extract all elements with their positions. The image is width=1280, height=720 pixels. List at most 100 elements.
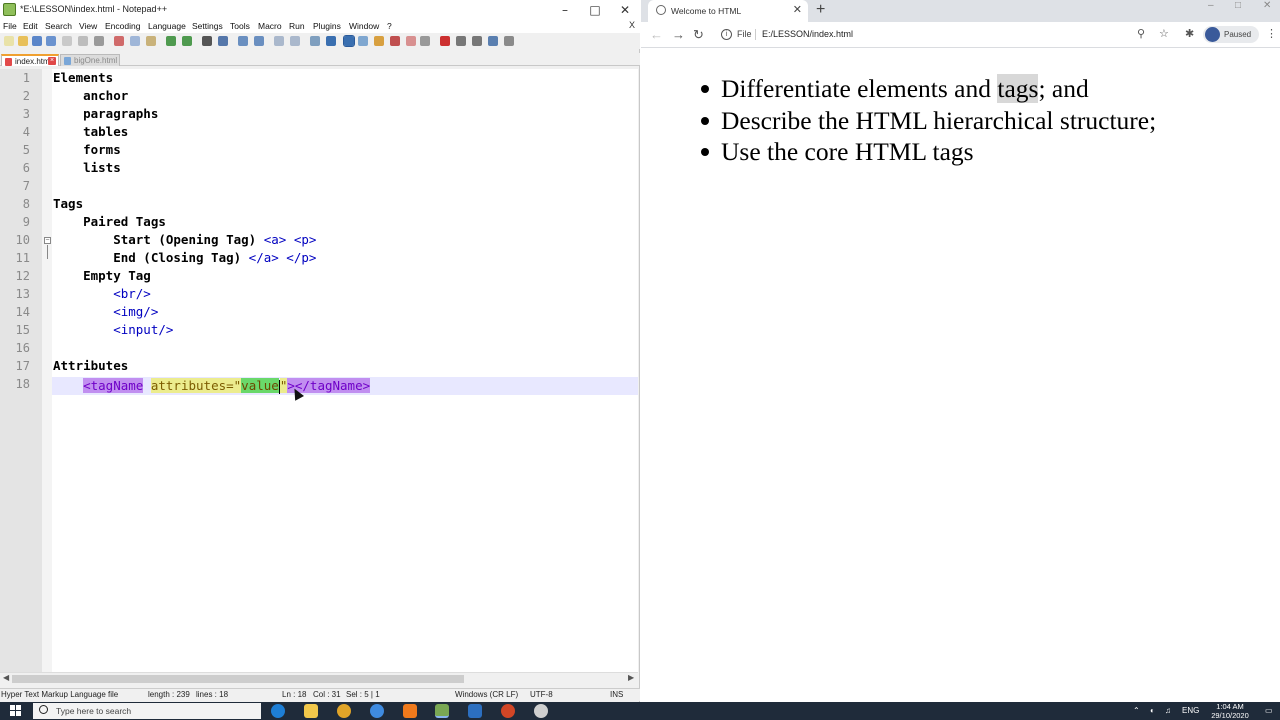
macro-run-multiple-icon[interactable]	[488, 36, 498, 46]
system-clock[interactable]: 1:04 AM 29/10/2020	[1200, 702, 1260, 720]
minimize-button[interactable]: –	[1208, 0, 1214, 11]
selected-value-token: value	[241, 378, 279, 393]
close-file-icon[interactable]	[62, 36, 72, 46]
sync-horizontal-icon[interactable]	[290, 36, 300, 46]
close-button[interactable]: ✕	[1263, 0, 1271, 11]
undo-icon[interactable]	[166, 36, 176, 46]
maximize-button[interactable]: □	[1235, 0, 1241, 11]
info-icon[interactable]: i	[721, 29, 732, 40]
maximize-button[interactable]: □	[580, 0, 610, 20]
folder-workspace-icon[interactable]	[406, 36, 416, 46]
function-list-icon[interactable]	[390, 36, 400, 46]
close-document-button[interactable]: X	[629, 20, 635, 30]
zoom-icon[interactable]: ⚲	[1137, 27, 1145, 40]
zoom-in-icon[interactable]	[238, 36, 248, 46]
network-icon[interactable]: ◐	[1150, 706, 1155, 715]
address-bar[interactable]: E:/LESSON/index.html	[762, 29, 853, 39]
word-wrap-icon[interactable]	[310, 36, 320, 46]
settings-gear-icon[interactable]	[534, 704, 548, 718]
line-number: 17	[15, 359, 30, 373]
menu-help[interactable]: ?	[387, 21, 392, 31]
zoom-out-icon[interactable]	[254, 36, 264, 46]
volume-icon[interactable]: ♫	[1165, 706, 1171, 715]
macro-play-icon[interactable]	[472, 36, 482, 46]
monitoring-icon[interactable]	[420, 36, 430, 46]
minimize-button[interactable]: –	[550, 0, 580, 20]
user-language-icon[interactable]	[358, 36, 368, 46]
browser-tab[interactable]: Welcome to HTML ✕	[648, 0, 808, 22]
menu-view[interactable]: View	[79, 21, 97, 31]
copy-icon[interactable]	[130, 36, 140, 46]
indent-guide-icon[interactable]	[343, 35, 355, 47]
reload-icon[interactable]: ↻	[693, 27, 704, 43]
unsaved-file-icon	[5, 58, 12, 66]
powerpoint-icon[interactable]	[501, 704, 515, 718]
menu-file[interactable]: File	[3, 21, 17, 31]
menu-tools[interactable]: Tools	[230, 21, 250, 31]
omnibox-divider	[755, 29, 756, 40]
more-menu-icon[interactable]: ⋮	[1266, 27, 1277, 40]
app-icon[interactable]	[468, 704, 482, 718]
bullet-icon	[701, 148, 709, 156]
menu-plugins[interactable]: Plugins	[313, 21, 341, 31]
redo-icon[interactable]	[182, 36, 192, 46]
save-icon[interactable]	[32, 36, 42, 46]
menu-edit[interactable]: Edit	[23, 21, 38, 31]
code-line: Attributes	[53, 358, 129, 373]
print-icon[interactable]	[94, 36, 104, 46]
chrome-icon[interactable]	[337, 704, 351, 718]
app-icon[interactable]	[403, 704, 417, 718]
fold-toggle-icon[interactable]: –	[44, 237, 51, 244]
macro-stop-icon[interactable]	[456, 36, 466, 46]
input-language[interactable]: ENG	[1182, 706, 1199, 715]
code-line: anchor	[53, 88, 129, 103]
open-file-icon[interactable]	[18, 36, 28, 46]
chevron-up-icon[interactable]: ⌃	[1133, 706, 1140, 715]
forward-arrow-icon[interactable]: →	[672, 27, 685, 42]
menu-run[interactable]: Run	[289, 21, 305, 31]
new-file-icon[interactable]	[4, 36, 14, 46]
horizontal-scrollbar[interactable]: ◀ ▶	[0, 672, 638, 684]
status-selection: Sel : 5 | 1	[346, 690, 380, 699]
back-arrow-icon[interactable]: ←	[650, 27, 663, 42]
notepadpp-taskbar-icon[interactable]	[435, 704, 449, 718]
doc-map-icon[interactable]	[374, 36, 384, 46]
edge-icon[interactable]	[271, 704, 285, 718]
macro-record-icon[interactable]	[440, 36, 450, 46]
menu-macro[interactable]: Macro	[258, 21, 282, 31]
menu-window[interactable]: Window	[349, 21, 379, 31]
scroll-left-icon[interactable]: ◀	[3, 673, 9, 682]
find-icon[interactable]	[202, 36, 212, 46]
tab-index-html[interactable]: index.html ×	[1, 54, 59, 66]
replace-icon[interactable]	[218, 36, 228, 46]
cut-icon[interactable]	[114, 36, 124, 46]
npp-titlebar[interactable]: *E:\LESSON\index.html - Notepad++ – □ ✕	[0, 0, 640, 20]
profile-button[interactable]: Paused	[1203, 26, 1259, 43]
menu-search[interactable]: Search	[45, 21, 72, 31]
show-all-chars-icon[interactable]	[326, 36, 336, 46]
menu-encoding[interactable]: Encoding	[105, 21, 140, 31]
new-tab-icon[interactable]: +	[816, 1, 825, 19]
notification-icon[interactable]: ▭	[1265, 706, 1273, 715]
close-tab-icon[interactable]: ×	[48, 57, 56, 65]
tab-bigone-html[interactable]: bigOne.html	[60, 54, 120, 66]
extensions-puzzle-icon[interactable]: ✱	[1185, 27, 1194, 40]
macro-save-icon[interactable]	[504, 36, 514, 46]
taskbar-search-box[interactable]: Type here to search	[33, 703, 261, 719]
menu-language[interactable]: Language	[148, 21, 186, 31]
sync-vertical-icon[interactable]	[274, 36, 284, 46]
search-placeholder: Type here to search	[56, 706, 132, 716]
close-button[interactable]: ✕	[610, 0, 640, 20]
close-tab-icon[interactable]: ✕	[793, 3, 802, 16]
file-explorer-icon[interactable]	[304, 704, 318, 718]
code-editor[interactable]: – 1 2 3 4 5 6 7 8 9 10 11 12 13 14 15 16…	[0, 69, 638, 672]
paste-icon[interactable]	[146, 36, 156, 46]
menu-settings[interactable]: Settings	[192, 21, 223, 31]
close-all-icon[interactable]	[78, 36, 88, 46]
app-icon[interactable]	[370, 704, 384, 718]
save-all-icon[interactable]	[46, 36, 56, 46]
scrollbar-thumb[interactable]	[12, 675, 464, 683]
windows-start-icon[interactable]	[10, 705, 22, 717]
scroll-right-icon[interactable]: ▶	[628, 673, 634, 682]
bookmark-star-icon[interactable]: ☆	[1159, 27, 1169, 40]
